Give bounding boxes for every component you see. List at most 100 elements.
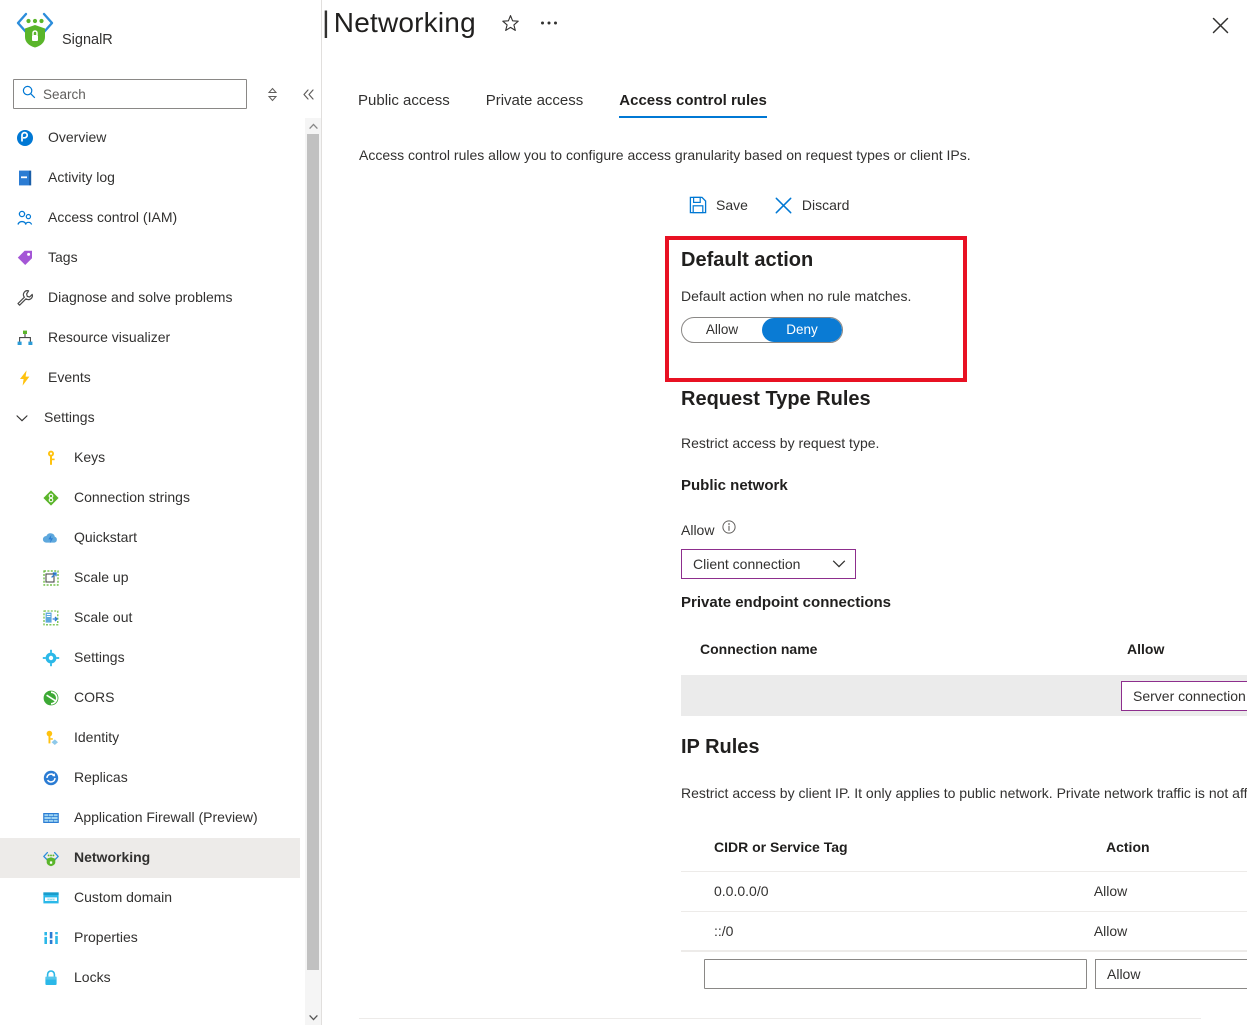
sidebar-item-application-firewall-preview[interactable]: Application Firewall (Preview) [0, 798, 300, 838]
toggle-option-deny[interactable]: Deny [762, 318, 842, 342]
tab-private-access[interactable]: Private access [486, 92, 584, 118]
request-type-rules-heading: Request Type Rules [681, 388, 1221, 411]
pe-allow-value: Server connection, REST API, Trace API [1133, 688, 1247, 704]
info-icon[interactable] [722, 520, 736, 539]
double-chevron-left-icon[interactable] [297, 83, 319, 105]
tags-icon [14, 247, 36, 269]
sidebar-item-events[interactable]: Events [0, 358, 300, 398]
public-network-allow-dropdown[interactable]: Client connection [681, 549, 856, 579]
wrench-icon [14, 287, 36, 309]
ip-rules-description: Restrict access by client IP. It only ap… [681, 783, 1247, 805]
private-endpoint-row: Server connection, REST API, Trace API [681, 675, 1247, 716]
default-action-toggle[interactable]: Allow Deny [681, 317, 843, 343]
sidebar-item-settings[interactable]: Settings [0, 638, 300, 678]
svg-text:www: www [47, 897, 55, 901]
default-action-heading: Default action [681, 249, 961, 272]
resource-visualizer-icon [14, 327, 36, 349]
save-icon [688, 195, 708, 215]
custom-domain-icon: www [40, 887, 62, 909]
ip-rules-table: CIDR or Service Tag Action 0.0.0.0/0Allo… [681, 839, 1247, 997]
tab-strip: Public access Private access Access contro… [358, 92, 803, 118]
quickstart-cloud-icon [40, 527, 62, 549]
sidebar-item-cors[interactable]: CORS [0, 678, 300, 718]
sidebar-item-custom-domain[interactable]: www Custom domain [0, 878, 300, 918]
lock-icon [40, 967, 62, 989]
title-separator: | [322, 6, 330, 40]
pe-col-allow: Allow [1127, 641, 1164, 657]
sidebar-item-replicas[interactable]: Replicas [0, 758, 300, 798]
search-input[interactable]: Search [13, 79, 247, 109]
sidebar-item-label: Replicas [74, 769, 128, 787]
sort-icon[interactable] [261, 83, 283, 105]
blade-description: Access control rules allow you to config… [359, 147, 971, 163]
table-row: 0.0.0.0/0Allow [681, 871, 1247, 911]
resource-menu-list: Overview Activity log Access control (IAM)… [0, 118, 300, 998]
tab-access-control-rules[interactable]: Access control rules [619, 92, 767, 118]
sidebar-item-scale-out[interactable]: Scale out [0, 598, 300, 638]
sidebar-item-tags[interactable]: Tags [0, 238, 300, 278]
sidebar-item-label: CORS [74, 689, 114, 707]
sidebar-item-label: Scale out [74, 609, 132, 627]
sidebar-item-label: Application Firewall (Preview) [74, 809, 258, 827]
new-action-value: Allow [1107, 966, 1140, 982]
scroll-up-arrow-icon[interactable] [305, 118, 321, 134]
sidebar-item-label: Settings [74, 649, 125, 667]
sidebar-item-label: Tags [48, 249, 78, 267]
public-network-allow-label: Allow [681, 522, 714, 538]
pe-col-connection-name: Connection name [700, 641, 1127, 657]
pe-allow-dropdown[interactable]: Server connection, REST API, Trace API [1121, 681, 1247, 711]
signalr-shield-icon [14, 6, 56, 52]
discard-x-icon [774, 195, 794, 215]
toggle-option-allow[interactable]: Allow [682, 318, 762, 342]
scale-out-icon [40, 607, 62, 629]
sidebar-item-label: Identity [74, 729, 119, 747]
sidebar-scrollbar[interactable] [305, 118, 321, 1025]
discard-button[interactable]: Discard [774, 195, 849, 215]
ellipsis-icon[interactable] [536, 10, 562, 36]
sidebar-item-label: Properties [74, 929, 138, 947]
ip-rule-cidr: 0.0.0.0/0 [714, 883, 1094, 899]
sidebar-item-quickstart[interactable]: Quickstart [0, 518, 300, 558]
sidebar-scroll-thumb[interactable] [307, 134, 319, 970]
new-cidr-input[interactable] [704, 959, 1087, 989]
identity-key-icon [40, 727, 62, 749]
sidebar-item-overview[interactable]: Overview [0, 118, 300, 158]
scroll-down-arrow-icon[interactable] [305, 1009, 321, 1025]
ip-rule-cidr: ::/0 [714, 923, 1094, 939]
brand-name: SignalR [62, 32, 113, 48]
ip-rule-action: Allow [1094, 883, 1247, 899]
ip-rules-section: IP Rules Restrict access by client IP. I… [681, 736, 1247, 997]
page-title: Networking [334, 7, 476, 39]
sidebar-item-identity[interactable]: Identity [0, 718, 300, 758]
sidebar-item-label: Events [48, 369, 91, 387]
tab-public-access[interactable]: Public access [358, 92, 450, 118]
replicas-icon [40, 767, 62, 789]
sidebar-item-scale-up[interactable]: Scale up [0, 558, 300, 598]
public-network-heading: Public network [681, 477, 1221, 494]
table-row: ::/0Allow [681, 911, 1247, 951]
save-label: Save [716, 197, 748, 213]
ip-rules-heading: IP Rules [681, 736, 1247, 759]
private-endpoint-table-header: Connection name Allow [681, 641, 1247, 657]
sidebar-item-locks[interactable]: Locks [0, 958, 300, 998]
sidebar-item-access-control-iam[interactable]: Access control (IAM) [0, 198, 300, 238]
blade-content: | Networking Public access Private access… [322, 0, 1247, 1025]
sidebar-item-resource-visualizer[interactable]: Resource visualizer [0, 318, 300, 358]
sidebar-item-settings[interactable]: Settings [0, 398, 300, 438]
firewall-icon [40, 807, 62, 829]
sidebar-item-label: Activity log [48, 169, 115, 187]
private-endpoint-connections-section: Private endpoint connections Connection … [681, 594, 1247, 716]
save-button[interactable]: Save [688, 195, 748, 215]
close-icon[interactable] [1203, 8, 1237, 42]
sidebar-item-label: Settings [44, 409, 95, 427]
sidebar-item-label: Custom domain [74, 889, 172, 907]
sidebar-item-networking[interactable]: Networking [0, 838, 300, 878]
public-network-allow-value: Client connection [693, 556, 800, 572]
sidebar-item-keys[interactable]: Keys [0, 438, 300, 478]
new-action-dropdown[interactable]: Allow [1095, 959, 1247, 989]
sidebar-item-diagnose-and-solve-problems[interactable]: Diagnose and solve problems [0, 278, 300, 318]
sidebar-item-properties[interactable]: Properties [0, 918, 300, 958]
sidebar-item-connection-strings[interactable]: Connection strings [0, 478, 300, 518]
star-icon[interactable] [498, 10, 524, 36]
sidebar-item-activity-log[interactable]: Activity log [0, 158, 300, 198]
